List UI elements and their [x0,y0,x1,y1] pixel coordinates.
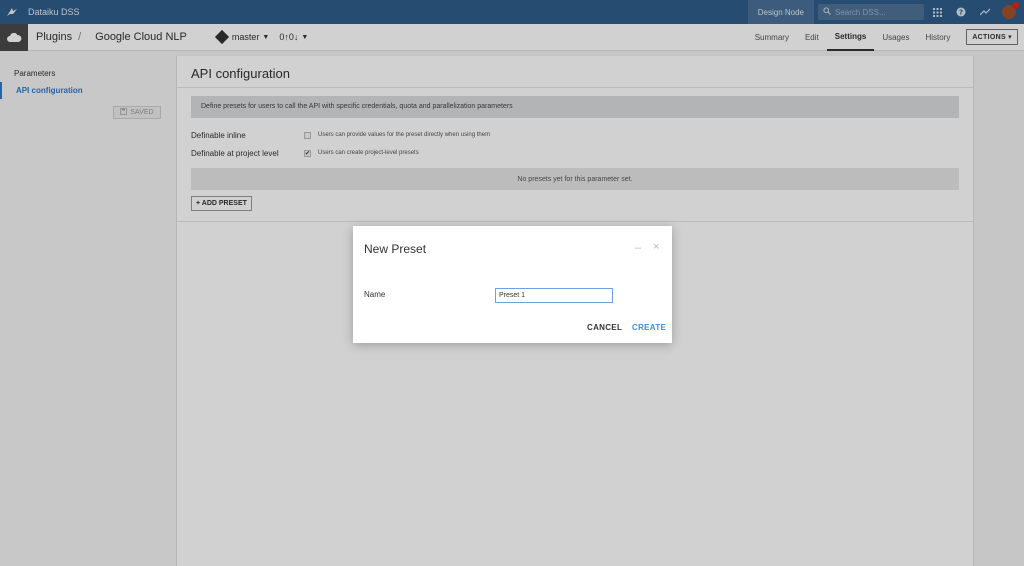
new-preset-dialog: New Preset – × Name CANCEL CREATE [353,226,672,343]
create-button[interactable]: CREATE [632,323,666,332]
preset-name-input[interactable] [495,288,613,303]
name-label: Name [364,290,386,299]
close-icon[interactable]: × [653,241,659,253]
dialog-title: New Preset [364,242,427,256]
cancel-button[interactable]: CANCEL [587,323,622,332]
minimize-icon[interactable]: – [635,242,641,254]
